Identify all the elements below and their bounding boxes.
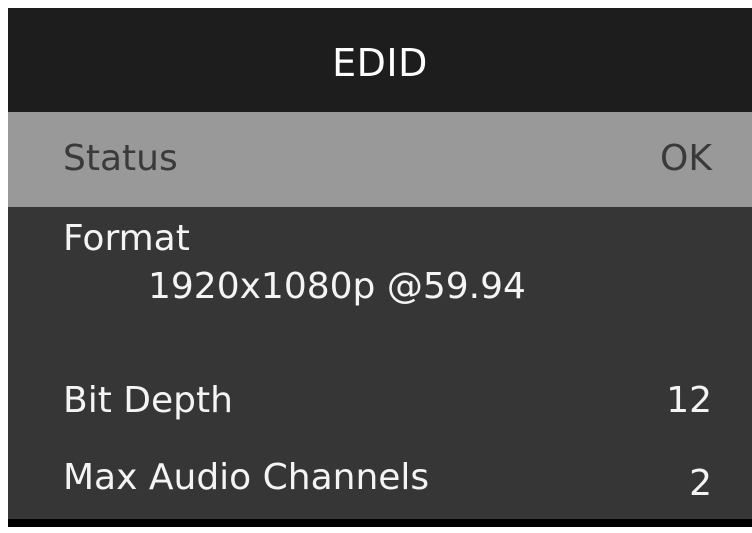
format-value: 1920x1080p @59.94	[148, 266, 526, 307]
menu-row-bit-depth[interactable]: Bit Depth 12	[8, 362, 752, 437]
status-value: OK	[660, 138, 712, 179]
menu-title: EDID	[332, 41, 428, 85]
device-screen-frame: EDID Status OK Format 1920x1080p @59.94 …	[8, 8, 752, 527]
bit-depth-value: 12	[666, 380, 712, 421]
menu-title-bar: EDID	[8, 8, 752, 112]
edid-menu-screen: EDID Status OK Format 1920x1080p @59.94 …	[8, 8, 752, 519]
menu-row-max-audio-channels[interactable]: Max Audio Channels 2	[8, 437, 752, 517]
bit-depth-label: Bit Depth	[63, 380, 233, 421]
max-audio-channels-label: Max Audio Channels	[63, 457, 430, 498]
max-audio-channels-value: 2	[689, 463, 712, 504]
menu-row-format[interactable]: Format 1920x1080p @59.94	[8, 207, 752, 322]
format-label: Format	[63, 218, 190, 259]
menu-body: Format 1920x1080p @59.94 Bit Depth 12 Ma…	[8, 207, 752, 519]
menu-row-status[interactable]: Status OK	[8, 112, 752, 207]
status-label: Status	[63, 138, 178, 179]
